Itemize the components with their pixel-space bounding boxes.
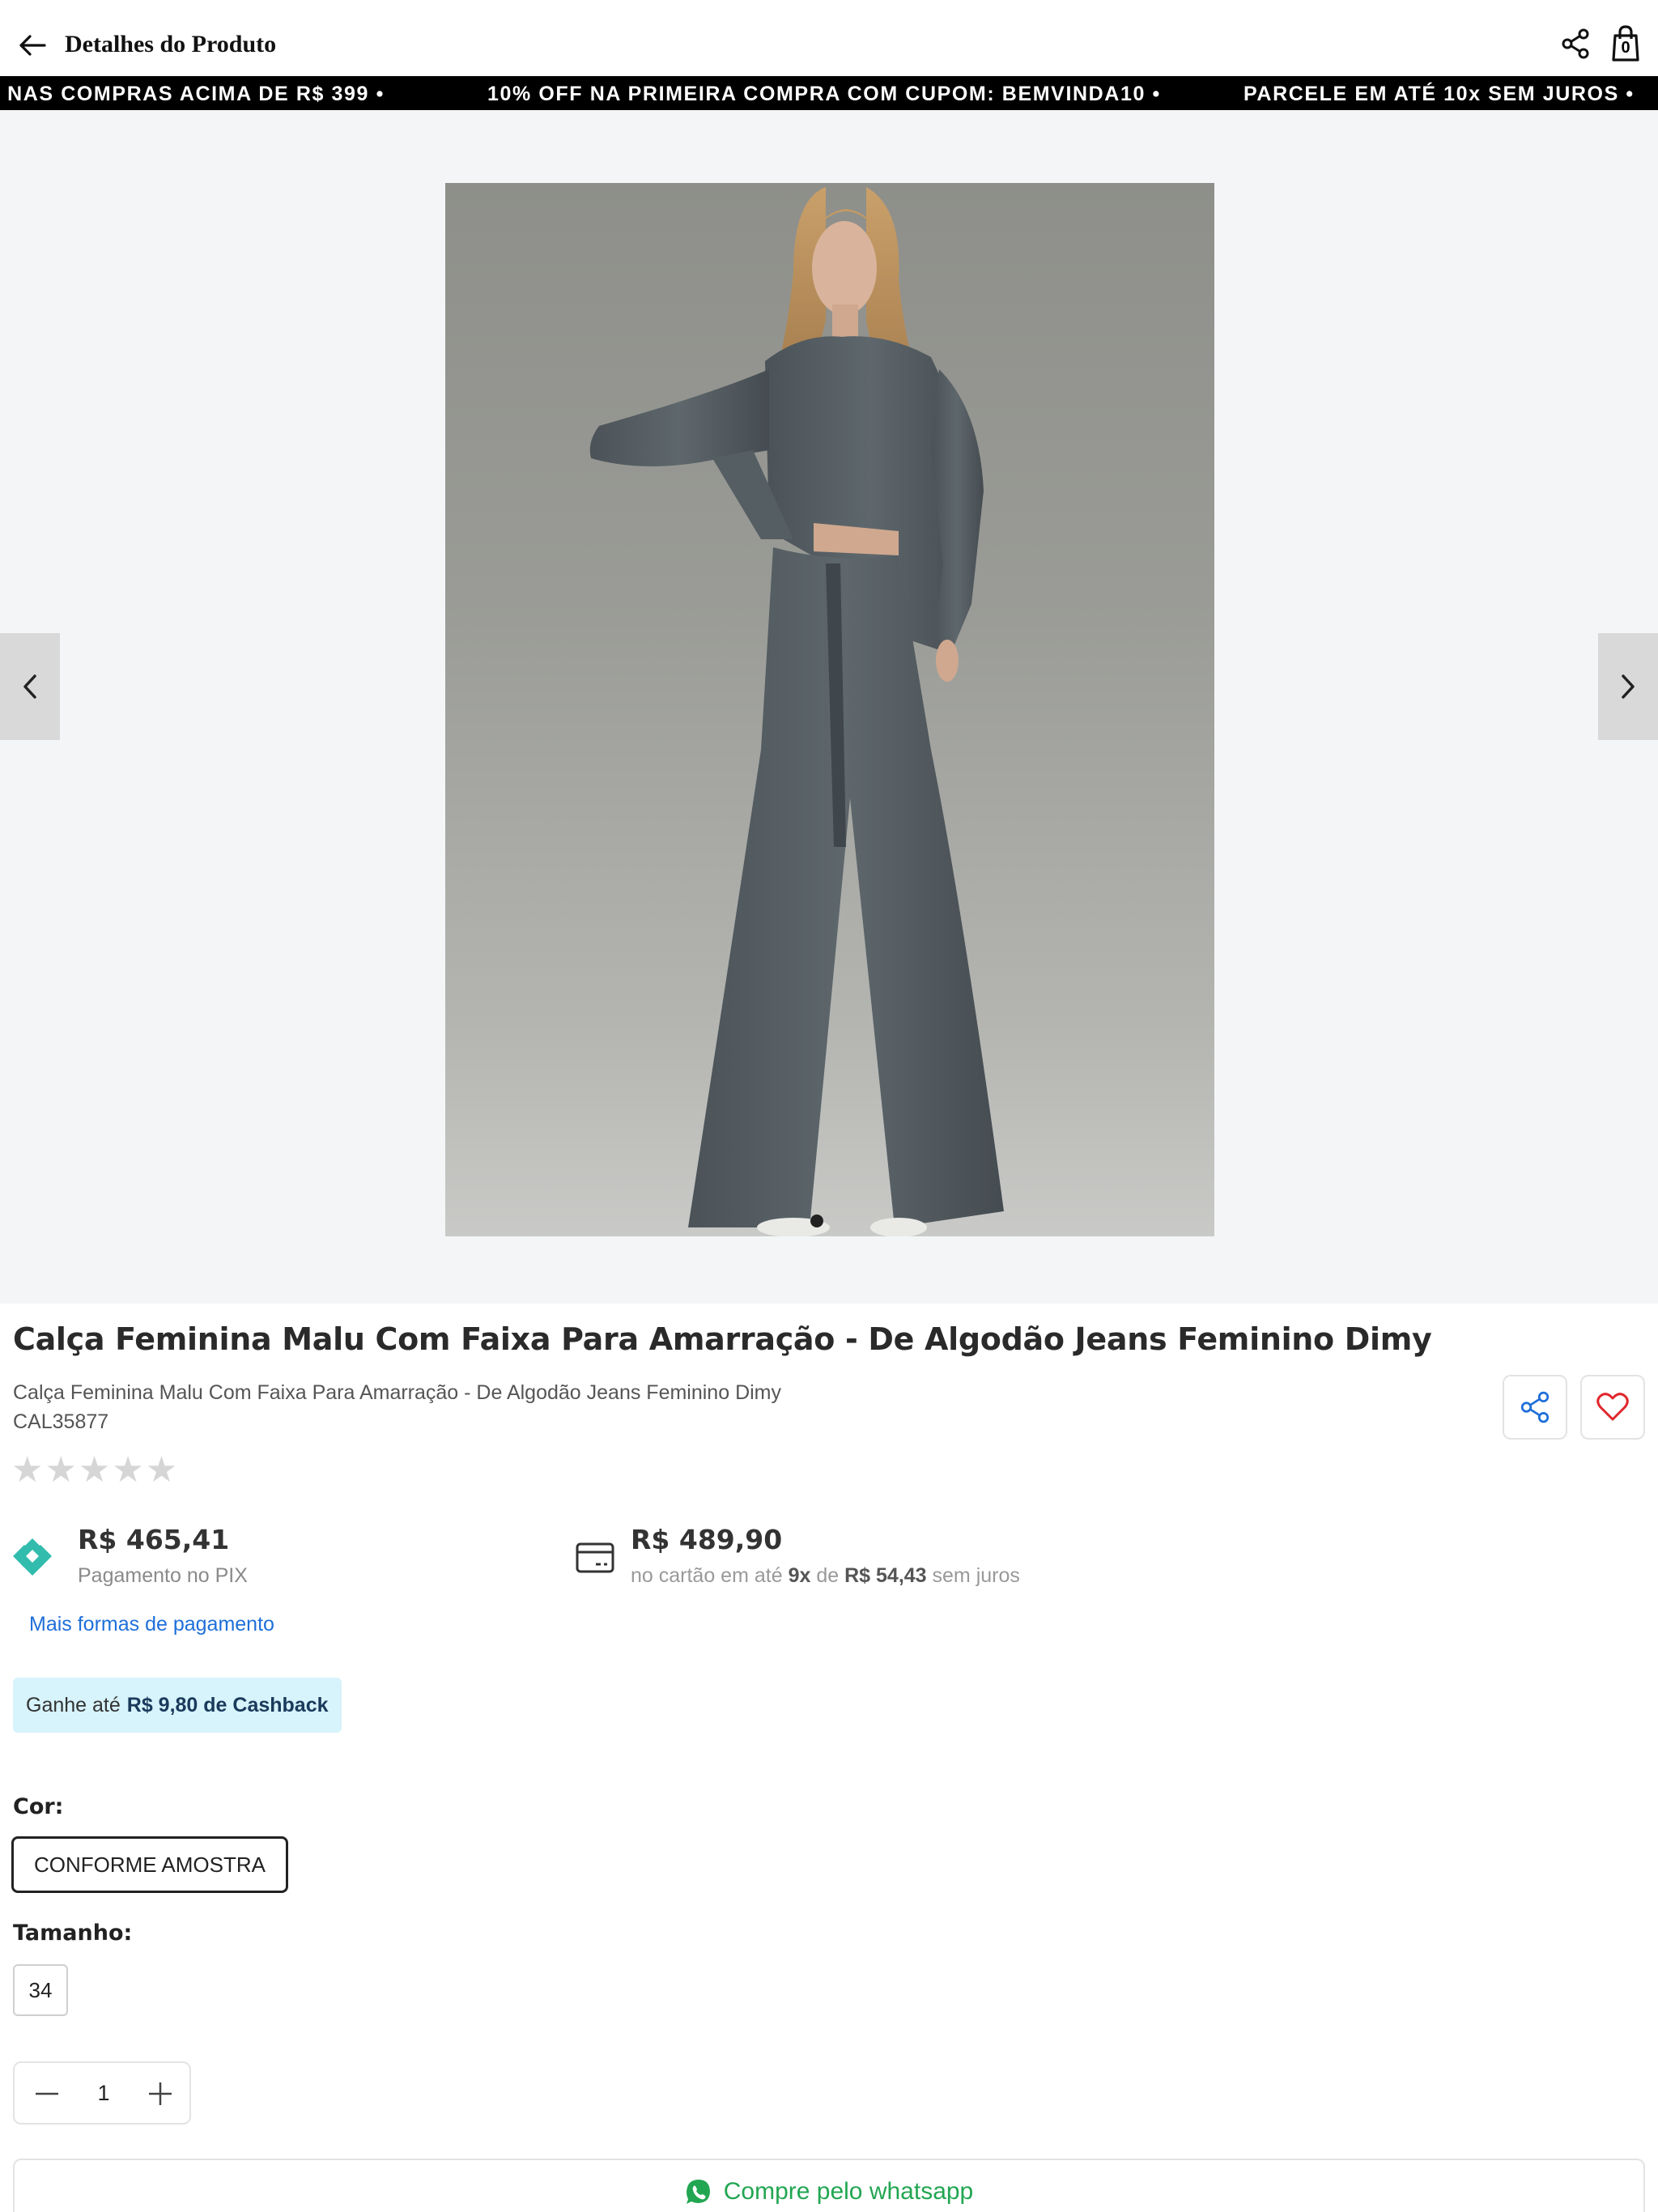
gallery-prev-button[interactable] xyxy=(0,633,60,740)
size-option[interactable]: 34 xyxy=(13,1964,68,2016)
pix-price: R$ 465,41 xyxy=(78,1524,230,1555)
top-bar: Detalhes do Produto 0 xyxy=(0,0,1658,76)
quantity-stepper: 1 xyxy=(13,2061,191,2125)
cashback-value: R$ 9,80 de Cashback xyxy=(126,1693,329,1716)
rating-stars[interactable]: ★★★★★ xyxy=(11,1449,179,1491)
more-payment-link[interactable]: Mais formas de pagamento xyxy=(29,1613,274,1636)
page-title: Detalhes do Produto xyxy=(65,31,277,57)
credit-card-icon xyxy=(575,1542,615,1574)
product-gallery xyxy=(0,110,1658,1304)
announcement-bar: FRETE GRÁTIS NAS COMPRAS ACIMA DE R$ 399… xyxy=(0,76,1658,110)
cashback-prefix: Ganhe até xyxy=(26,1693,121,1716)
whatsapp-icon xyxy=(686,2180,710,2204)
card-prefix: no cartão em até xyxy=(631,1564,783,1587)
card-price: R$ 489,90 xyxy=(631,1524,783,1555)
favorite-button[interactable] xyxy=(1580,1375,1645,1440)
card-suffix: sem juros xyxy=(932,1564,1020,1587)
gallery-next-button[interactable] xyxy=(1598,633,1658,740)
installment-info: no cartão em até 9x de R$ 54,43 sem juro… xyxy=(631,1564,1020,1588)
cashback-badge: Ganhe até R$ 9,80 de Cashback xyxy=(13,1678,342,1733)
product-subtitle: Calça Feminina Malu Com Faixa Para Amarr… xyxy=(13,1381,781,1404)
color-option[interactable]: CONFORME AMOSTRA xyxy=(11,1836,288,1893)
announcement-item: 10% OFF NA PRIMEIRA COMPRA COM CUPOM: BE… xyxy=(487,83,1161,105)
size-label: Tamanho: xyxy=(13,1921,133,1946)
share-icon xyxy=(1520,1391,1550,1423)
shopping-bag-icon[interactable]: 0 xyxy=(1608,24,1643,63)
product-image[interactable] xyxy=(445,183,1214,1236)
plus-icon[interactable] xyxy=(141,2074,180,2113)
back-arrow-icon[interactable] xyxy=(15,28,50,63)
whatsapp-buy-button[interactable]: Compre pelo whatsapp xyxy=(13,2159,1645,2212)
share-product-button[interactable] xyxy=(1503,1375,1567,1440)
card-de: de xyxy=(816,1564,840,1587)
whatsapp-label: Compre pelo whatsapp xyxy=(723,2178,974,2205)
cart-count-badge: 0 xyxy=(1621,39,1630,57)
color-label: Cor: xyxy=(13,1794,64,1819)
share-icon[interactable] xyxy=(1558,26,1593,62)
announcement-item: FRETE GRÁTIS NAS COMPRAS ACIMA DE R$ 399… xyxy=(0,83,385,105)
installment-count: 9x xyxy=(788,1564,811,1587)
heart-icon xyxy=(1596,1393,1629,1421)
product-title: Calça Feminina Malu Com Faixa Para Amarr… xyxy=(13,1321,1432,1357)
pix-icon xyxy=(11,1535,53,1577)
announcement-item: PARCELE EM ATÉ 10x SEM JUROS • xyxy=(1244,83,1635,105)
product-sku: CAL35877 xyxy=(13,1410,109,1433)
pix-label: Pagamento no PIX xyxy=(78,1564,248,1587)
quantity-value[interactable]: 1 xyxy=(87,2081,120,2106)
minus-icon[interactable] xyxy=(28,2074,66,2113)
gallery-dot-active[interactable] xyxy=(810,1214,823,1227)
installment-value: R$ 54,43 xyxy=(844,1564,927,1587)
